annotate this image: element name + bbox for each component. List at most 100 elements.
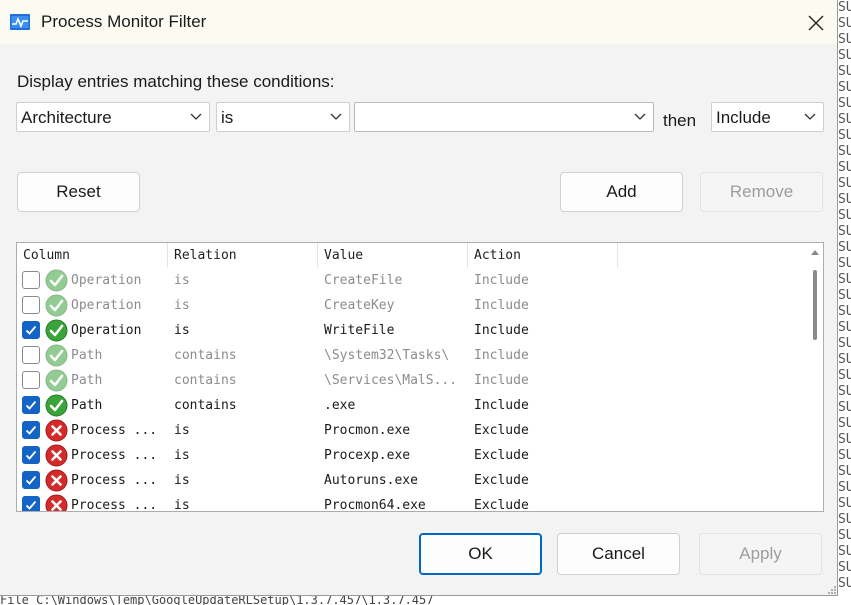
background-line: SU <box>838 32 851 47</box>
list-scrollbar[interactable] <box>807 243 823 511</box>
scroll-up-icon[interactable] <box>811 249 819 255</box>
background-line: SU <box>838 576 851 591</box>
row-checkbox[interactable] <box>22 321 40 339</box>
table-row[interactable]: Operation is CreateFile Include <box>17 268 807 293</box>
background-line: SU <box>838 192 851 207</box>
row-value: CreateFile <box>324 273 403 288</box>
row-column: Process ... <box>71 498 158 512</box>
row-action: Exclude <box>474 423 529 438</box>
row-value: CreateKey <box>324 298 395 313</box>
row-checkbox[interactable] <box>22 421 40 439</box>
background-line: SU <box>838 320 851 335</box>
table-row[interactable]: Path contains .exe Include <box>17 393 807 418</box>
row-action: Include <box>474 348 529 363</box>
row-relation: is <box>174 273 190 288</box>
background-line: SU <box>838 288 851 303</box>
column-header-column[interactable]: Column <box>17 243 168 268</box>
row-value: \Services\MalS... <box>324 373 458 388</box>
row-action: Include <box>474 323 529 338</box>
background-bottom-text: File C:\Windows\Temp\GoogleUpdateRLSetup… <box>0 596 434 605</box>
remove-button[interactable]: Remove <box>700 172 823 212</box>
background-window-text: SU SU SU SU SU SU SU SU SU SU SU SU SU SU SU SU SU SU SU SU… <box>838 0 851 605</box>
add-button[interactable]: Add <box>560 172 683 212</box>
red-x-icon <box>45 419 68 442</box>
row-checkbox[interactable] <box>22 271 40 289</box>
background-line: SU <box>838 16 851 31</box>
row-action: Include <box>474 373 529 388</box>
row-value: Procmon64.exe <box>324 498 426 512</box>
row-column: Process ... <box>71 423 158 438</box>
green-check-icon <box>45 294 68 317</box>
table-row[interactable]: Operation is WriteFile Include <box>17 318 807 343</box>
row-value: .exe <box>324 398 356 413</box>
row-relation: is <box>174 323 190 338</box>
relation-dropdown-value: is <box>221 108 234 127</box>
apply-button[interactable]: Apply <box>699 533 822 575</box>
row-action: Exclude <box>474 498 529 512</box>
row-checkbox[interactable] <box>22 371 40 389</box>
row-column: Operation <box>71 298 142 313</box>
chevron-down-icon <box>190 113 202 120</box>
background-line: SU <box>838 208 851 223</box>
background-line: SU <box>838 448 851 463</box>
row-column: Process ... <box>71 473 158 488</box>
background-line: SU <box>838 272 851 287</box>
background-line: SU <box>838 432 851 447</box>
table-row[interactable]: Operation is CreateKey Include <box>17 293 807 318</box>
row-relation: is <box>174 423 190 438</box>
background-line: SU <box>838 480 851 495</box>
red-x-icon <box>45 494 68 511</box>
column-header-action[interactable]: Action <box>468 243 618 268</box>
reset-button[interactable]: Reset <box>17 172 140 212</box>
cancel-button[interactable]: Cancel <box>557 533 680 575</box>
table-row[interactable]: Process ... is Procmon.exe Exclude <box>17 418 807 443</box>
row-relation: contains <box>174 348 237 363</box>
row-relation: is <box>174 298 190 313</box>
action-dropdown[interactable]: Include <box>711 102 824 132</box>
background-line: SU <box>838 416 851 431</box>
column-dropdown-value: Architecture <box>21 108 112 127</box>
green-check-icon <box>45 369 68 392</box>
scroll-thumb[interactable] <box>813 270 817 340</box>
row-checkbox[interactable] <box>22 496 40 511</box>
row-checkbox[interactable] <box>22 396 40 414</box>
row-column: Path <box>71 398 103 413</box>
row-value: Procmon.exe <box>324 423 411 438</box>
table-row[interactable]: Process ... is Autoruns.exe Exclude <box>17 468 807 493</box>
green-check-icon <box>45 344 68 367</box>
background-line: SU <box>838 224 851 239</box>
row-relation: contains <box>174 398 237 413</box>
background-line: SU <box>838 256 851 271</box>
filter-list[interactable]: Column Relation Value Action Operation is… <box>16 242 824 512</box>
row-relation: is <box>174 498 190 512</box>
column-dropdown[interactable]: Architecture <box>16 102 210 132</box>
background-line: SU <box>838 176 851 191</box>
row-checkbox[interactable] <box>22 446 40 464</box>
action-dropdown-value: Include <box>716 108 771 127</box>
table-row[interactable]: Process ... is Procexp.exe Exclude <box>17 443 807 468</box>
background-line: SU <box>838 160 851 175</box>
close-icon <box>808 15 824 31</box>
table-row[interactable]: Path contains \System32\Tasks\ Include <box>17 343 807 368</box>
table-row[interactable]: Path contains \Services\MalS... Include <box>17 368 807 393</box>
chevron-down-icon <box>330 113 342 120</box>
relation-dropdown[interactable]: is <box>216 102 350 132</box>
table-row[interactable]: Process ... is Procmon64.exe Exclude <box>17 493 807 512</box>
column-header-value[interactable]: Value <box>318 243 468 268</box>
chevron-down-icon <box>634 113 646 120</box>
row-checkbox[interactable] <box>22 296 40 314</box>
row-relation: is <box>174 448 190 463</box>
row-checkbox[interactable] <box>22 346 40 364</box>
column-header-relation[interactable]: Relation <box>168 243 318 268</box>
ok-button[interactable]: OK <box>419 533 542 575</box>
row-action: Exclude <box>474 473 529 488</box>
resize-grip-icon[interactable] <box>826 584 837 595</box>
value-combobox[interactable] <box>354 102 654 132</box>
process-monitor-icon <box>10 14 30 30</box>
row-checkbox[interactable] <box>22 471 40 489</box>
list-header: Column Relation Value Action <box>17 243 807 268</box>
background-line: SU <box>838 560 851 575</box>
close-button[interactable] <box>796 6 836 40</box>
title-bar[interactable]: Process Monitor Filter <box>0 0 837 44</box>
row-column: Operation <box>71 273 142 288</box>
